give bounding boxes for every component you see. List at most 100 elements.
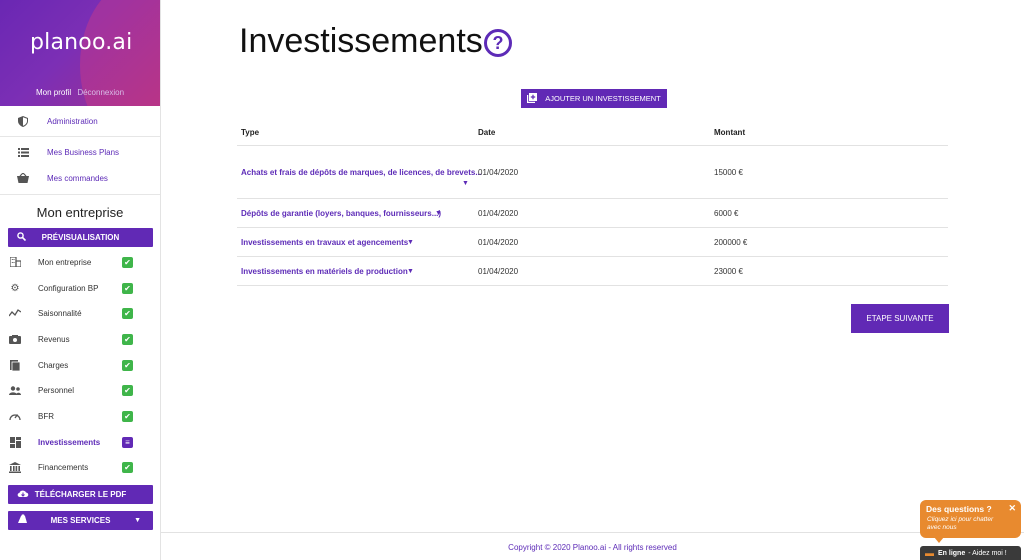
step-investissements[interactable]: Investissements ≡	[0, 432, 160, 452]
brand-header: planoo.ai Mon profil Déconnexion	[0, 0, 160, 106]
help-icon[interactable]: ?	[484, 29, 512, 57]
sidebar-item-administration[interactable]: Administration	[0, 111, 160, 131]
next-step-button[interactable]: Etape suivante	[851, 304, 949, 333]
shield-icon	[17, 115, 29, 127]
section-title: Mon entreprise	[36, 205, 124, 220]
cloud-download-icon	[17, 489, 29, 501]
sidebar-item-label: Administration	[47, 116, 98, 126]
gauge-icon	[9, 410, 21, 422]
step-charges[interactable]: Charges ✔	[0, 355, 160, 375]
logo[interactable]: planoo.ai	[30, 30, 132, 55]
check-icon: ✔	[122, 384, 133, 396]
add-investment-button[interactable]: Ajouter un investissement	[521, 89, 667, 108]
caret-down-icon: ▼	[134, 517, 141, 524]
check-icon: ✔	[122, 461, 133, 473]
chat-bar[interactable]: ▬ En ligne - Aidez moi !	[920, 546, 1021, 560]
preview-button-label: Prévisualisation	[41, 233, 120, 242]
chat-status: En ligne	[938, 549, 966, 557]
sidebar-item-orders[interactable]: Mes commandes	[0, 168, 160, 188]
my-services-label: Mes services	[50, 516, 111, 525]
row-type-dropdown[interactable]: Investissements en travaux et agencement…	[241, 238, 408, 247]
step-bfr[interactable]: BFR ✔	[0, 406, 160, 426]
my-services-button[interactable]: Mes services ▼	[8, 511, 153, 530]
step-label: Charges	[38, 360, 69, 370]
step-label: Investissements	[38, 437, 101, 447]
row-date: 01/04/2020	[478, 209, 519, 218]
check-icon: ✔	[122, 307, 133, 319]
row-type-dropdown[interactable]: Achats et frais de dépôts de marques, de…	[241, 168, 482, 177]
my-profile-link[interactable]: Mon profil	[36, 88, 71, 97]
column-header-date: Date	[478, 128, 496, 137]
step-label: Revenus	[38, 334, 70, 344]
chat-question: Des questions ?	[926, 504, 992, 514]
row-date: 01/04/2020	[478, 168, 519, 177]
step-label: Mon entreprise	[38, 257, 92, 267]
bubble-tail	[934, 537, 944, 543]
chat-icon: ▬	[925, 548, 934, 558]
step-mon-entreprise[interactable]: Mon entreprise ✔	[0, 252, 160, 272]
page-title: Investissements	[239, 22, 483, 60]
chat-subtitle: Cliquez ici pour chatter avec nous	[927, 516, 994, 531]
footer-divider	[161, 532, 1024, 533]
chat-prompt[interactable]: Des questions ? Cliquez ici pour chatter…	[920, 500, 1021, 543]
row-type-dropdown[interactable]: Investissements en matériels de producti…	[241, 267, 408, 276]
sidebar-item-label: Mes commandes	[47, 173, 108, 183]
clipboard-icon: ≡	[122, 436, 133, 448]
check-icon: ✔	[122, 359, 133, 371]
basket-icon	[17, 172, 29, 184]
building-icon	[9, 256, 21, 268]
add-investment-label: Ajouter un investissement	[545, 94, 661, 103]
trend-icon	[9, 307, 21, 319]
step-label: BFR	[38, 411, 54, 421]
sidebar-item-label: Mes Business Plans	[47, 147, 120, 157]
caret-down-icon[interactable]: ▼	[407, 268, 414, 275]
step-revenus[interactable]: Revenus ✔	[0, 329, 160, 349]
people-icon	[9, 384, 21, 396]
row-amount: 23000 €	[714, 267, 743, 276]
table-divider	[237, 256, 948, 257]
sidebar-item-business-plans[interactable]: Mes Business Plans	[0, 142, 160, 162]
row-date: 01/04/2020	[478, 267, 519, 276]
row-amount: 200000 €	[714, 238, 748, 247]
step-configuration-bp[interactable]: ⚙ Configuration BP ✔	[0, 278, 160, 298]
gear-icon: ⚙	[10, 282, 20, 294]
row-amount: 6000 €	[714, 209, 739, 218]
step-label: Saisonnalité	[38, 308, 82, 318]
divider	[0, 194, 160, 195]
cash-icon	[9, 333, 21, 345]
caret-down-icon[interactable]: ▼	[435, 210, 442, 217]
step-personnel[interactable]: Personnel ✔	[0, 380, 160, 400]
close-icon[interactable]: ✕	[1008, 503, 1016, 514]
book-icon	[9, 359, 21, 371]
step-saisonnalite[interactable]: Saisonnalité ✔	[0, 303, 160, 323]
preview-button[interactable]: Prévisualisation	[8, 228, 153, 247]
download-pdf-label: Télécharger le PDF	[34, 490, 127, 499]
download-pdf-button[interactable]: Télécharger le PDF	[8, 485, 153, 504]
main-content: Investissements ? Ajouter un investissem…	[161, 0, 1024, 560]
step-label: Configuration BP	[38, 283, 99, 293]
search-icon	[17, 231, 27, 244]
bank-icon	[9, 461, 21, 473]
sidebar: planoo.ai Mon profil Déconnexion Adminis…	[0, 0, 161, 560]
caret-down-icon[interactable]: ▼	[407, 239, 414, 246]
table-divider	[237, 285, 948, 286]
profile-links: Mon profil Déconnexion	[0, 88, 160, 97]
table-divider	[237, 227, 948, 228]
step-financements[interactable]: Financements ✔	[0, 457, 160, 477]
check-icon: ✔	[122, 410, 133, 422]
check-icon: ✔	[122, 256, 133, 268]
divider	[0, 136, 160, 137]
chat-help: - Aidez moi !	[968, 549, 1007, 557]
services-icon	[17, 514, 28, 527]
logout-link[interactable]: Déconnexion	[77, 88, 124, 97]
column-header-type: Type	[241, 128, 260, 137]
dashboard-icon	[9, 436, 21, 448]
step-label: Personnel	[38, 385, 75, 395]
footer-copyright: Copyright © 2020 Planoo.ai - All rights …	[508, 543, 677, 552]
row-type-dropdown[interactable]: Dépôts de garantie (loyers, banques, fou…	[241, 209, 441, 218]
column-header-amount: Montant	[714, 128, 746, 137]
caret-down-icon[interactable]: ▼	[462, 180, 469, 187]
check-icon: ✔	[122, 333, 133, 345]
table-divider	[237, 145, 948, 146]
check-icon: ✔	[122, 282, 133, 294]
